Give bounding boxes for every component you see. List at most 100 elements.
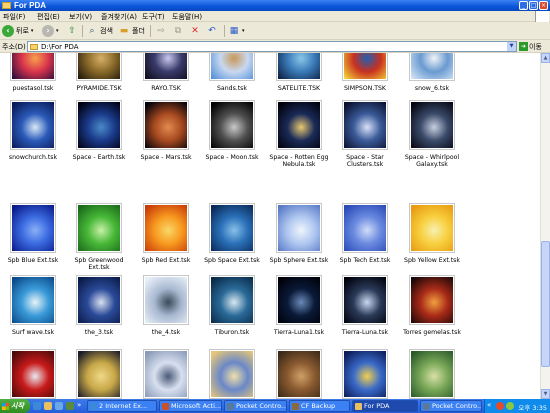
copy-to-button[interactable]: ⧉ <box>172 24 184 38</box>
file-name: Space - Whirlpool Galaxy.tsk <box>404 154 460 168</box>
views-button[interactable]: ▦ ▾ <box>228 24 245 38</box>
file-item[interactable]: SIMPSON.TSK <box>332 53 398 103</box>
menu-help[interactable]: 도움말(H) <box>172 12 202 22</box>
folders-button[interactable]: ▬ 폴더 <box>118 24 145 38</box>
back-button[interactable]: ‹ 뒤로 ▾ <box>2 24 33 38</box>
close-button[interactable]: × <box>539 1 548 10</box>
file-item[interactable]: Spb Yellow Ext.tsk <box>399 203 465 275</box>
file-thumbnail <box>143 100 189 150</box>
file-item[interactable]: Space - Rotten Egg Nebula.tsk <box>266 100 332 172</box>
file-item[interactable]: Spb Blue Ext.tsk <box>0 203 66 275</box>
taskbar-button[interactable]: For PDA <box>352 400 418 412</box>
thumbnail-image <box>411 277 453 323</box>
address-input[interactable]: D:\For PDA ▼ <box>27 41 517 52</box>
minimize-button[interactable]: _ <box>519 1 528 10</box>
file-thumbnail <box>209 203 255 253</box>
undo-button[interactable]: ↶ <box>206 24 218 38</box>
quick-launch-more-icon[interactable]: » <box>77 401 81 409</box>
file-thumbnail <box>76 100 122 150</box>
file-item[interactable]: snowchurch.tsk <box>0 100 66 172</box>
file-item[interactable]: Space - Star Clusters.tsk <box>332 100 398 172</box>
file-item[interactable]: puestasol.tsk <box>0 53 66 103</box>
file-item[interactable]: Spb Tech Ext.tsk <box>332 203 398 275</box>
menu-tools[interactable]: 도구(T) <box>142 12 165 22</box>
file-item[interactable]: Surf wave.tsk <box>0 275 66 347</box>
menu-view[interactable]: 보기(V) <box>69 12 92 22</box>
tray-expand-icon[interactable]: « <box>487 401 491 409</box>
windows-logo-icon <box>2 402 9 410</box>
up-button[interactable]: ⇧ <box>66 24 78 38</box>
vertical-scrollbar[interactable]: ▲ ▼ <box>540 53 550 399</box>
file-item[interactable] <box>399 349 465 399</box>
tray-network-icon[interactable] <box>506 402 514 410</box>
file-item[interactable]: RAYO.TSK <box>133 53 199 103</box>
scroll-up-button[interactable]: ▲ <box>541 53 550 63</box>
address-bar: 주소(D) D:\For PDA ▼ ➜ 이동 <box>0 40 550 53</box>
file-item[interactable]: Space - Earth.tsk <box>66 100 132 172</box>
file-thumbnail <box>10 203 56 253</box>
file-item[interactable]: SATELITE.TSK <box>266 53 332 103</box>
file-thumbnail <box>276 349 322 399</box>
start-button[interactable]: 시작 <box>0 399 30 413</box>
quick-launch-desktop-icon[interactable] <box>55 402 63 410</box>
menu-edit[interactable]: 편집(E) <box>37 12 60 22</box>
forward-button[interactable]: › ▾ <box>42 24 59 38</box>
quick-launch-media-icon[interactable] <box>66 402 74 410</box>
file-item[interactable] <box>266 349 332 399</box>
file-item[interactable] <box>0 349 66 399</box>
taskbar-button-label: Pocket Contro... <box>236 402 287 410</box>
tray-app-icon[interactable] <box>496 402 504 410</box>
toolbar-divider <box>224 25 225 37</box>
thumbnail-image <box>411 205 453 251</box>
quick-launch-explorer-icon[interactable] <box>44 402 52 410</box>
file-item[interactable]: Space - Whirlpool Galaxy.tsk <box>399 100 465 172</box>
address-dropdown-button[interactable]: ▼ <box>507 42 516 51</box>
taskbar-button[interactable]: Microsoft Acti... <box>159 400 222 412</box>
file-item[interactable]: the_3.tsk <box>66 275 132 347</box>
file-view[interactable]: puestasol.tsk PYRAMIDE.TSK RAYO.TSK Sands.t… <box>0 53 540 399</box>
quick-launch-ie-icon[interactable] <box>33 402 41 410</box>
file-item[interactable] <box>332 349 398 399</box>
menu-favorites[interactable]: 즐겨찾기(A) <box>101 12 137 22</box>
copy-to-icon: ⧉ <box>174 26 182 36</box>
go-button[interactable]: ➜ 이동 <box>519 41 549 52</box>
scroll-down-button[interactable]: ▼ <box>541 389 550 399</box>
thumbnail-image <box>344 205 386 251</box>
move-to-button[interactable]: ⇨ <box>155 24 167 38</box>
file-item[interactable]: Tierra-Luna1.tsk <box>266 275 332 347</box>
file-item[interactable]: Sands.tsk <box>199 53 265 103</box>
file-item[interactable] <box>133 349 199 399</box>
file-item[interactable] <box>199 349 265 399</box>
taskbar-button[interactable]: Pocket Contro... <box>420 400 482 412</box>
search-button[interactable]: ⌕ 검색 <box>86 24 112 38</box>
file-item[interactable]: Torres gemelas.tsk <box>399 275 465 347</box>
undo-icon: ↶ <box>208 26 216 36</box>
file-thumbnail <box>342 53 388 81</box>
file-name: the_4.tsk <box>151 329 181 336</box>
maximize-button[interactable]: □ <box>529 1 538 10</box>
file-item[interactable]: PYRAMIDE.TSK <box>66 53 132 103</box>
file-name: Spb Red Ext.tsk <box>141 257 191 264</box>
delete-button[interactable]: ✕ <box>189 24 201 38</box>
file-item[interactable]: the_4.tsk <box>133 275 199 347</box>
file-name: snow_6.tsk <box>414 85 450 92</box>
file-item[interactable]: Spb Space Ext.tsk <box>199 203 265 275</box>
file-item[interactable]: Spb Sphere Ext.tsk <box>266 203 332 275</box>
file-item[interactable]: Tiburon.tsk <box>199 275 265 347</box>
title-bar[interactable]: For PDA _ □ × <box>0 0 550 11</box>
taskbar-button[interactable]: 2 Internet Ex... <box>87 400 157 412</box>
file-item[interactable]: Space - Mars.tsk <box>133 100 199 172</box>
file-item[interactable] <box>66 349 132 399</box>
file-item[interactable]: Tierra-Luna.tsk <box>332 275 398 347</box>
file-item[interactable]: Space - Moon.tsk <box>199 100 265 172</box>
taskbar-button[interactable]: CF Backup <box>289 400 350 412</box>
file-item[interactable]: snow_6.tsk <box>399 53 465 103</box>
clock: 오후 3:35 <box>518 404 547 412</box>
taskbar-button[interactable]: Pocket Contro... <box>224 400 287 412</box>
file-item[interactable]: Spb Greenwood Ext.tsk <box>66 203 132 275</box>
menu-file[interactable]: 파일(F) <box>3 12 25 22</box>
scroll-thumb[interactable] <box>541 241 550 367</box>
thumbnail-image <box>12 53 54 79</box>
file-item[interactable]: Spb Red Ext.tsk <box>133 203 199 275</box>
chevron-down-icon: ▾ <box>242 28 245 34</box>
